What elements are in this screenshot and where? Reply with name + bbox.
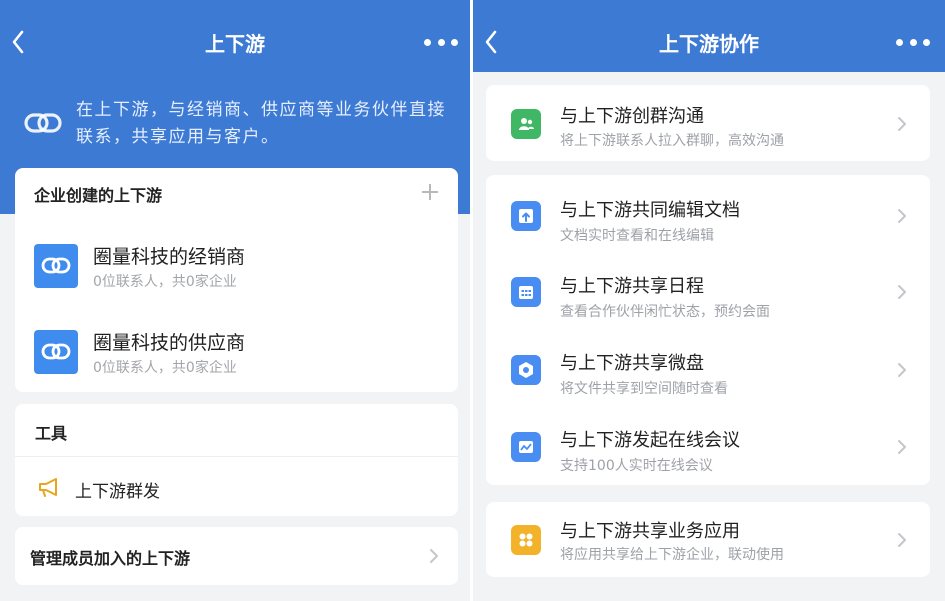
collaboration-screen: 上下游协作 与上下游创群沟通 将上下游联系人拉入群聊，高效沟通 与上下游共同编辑… — [473, 0, 945, 601]
feature-title: 与上下游共享业务应用 — [560, 521, 740, 542]
feature-title: 与上下游共同编辑文档 — [560, 200, 740, 221]
feature-subtitle: 查看合作伙伴闲忙状态，预约会面 — [560, 304, 770, 320]
broadcast-button[interactable]: 上下游群发 — [15, 466, 458, 510]
feature-subtitle: 将应用共享给上下游企业，联动使用 — [560, 547, 784, 563]
feature-title: 与上下游发起在线会议 — [560, 430, 740, 451]
back-arrow-icon[interactable] — [10, 28, 26, 56]
link-icon — [24, 113, 62, 133]
list-item-supplier[interactable]: 圈量科技的供应商 0位联系人，共0家企业 — [15, 326, 458, 396]
manage-label: 管理成员加入的上下游 — [30, 549, 191, 568]
chevron-right-icon — [898, 209, 906, 223]
intro-text: 在上下游，与经销商、供应商等业务伙伴直接联系，共享应用与客户。 — [76, 100, 446, 147]
feature-docs[interactable]: 与上下游共同编辑文档 文档实时查看和在线编辑 — [486, 181, 930, 251]
feature-card-collab: 与上下游共同编辑文档 文档实时查看和在线编辑 与上下游共享日程 查看合作伙伴闲忙… — [486, 175, 930, 485]
feature-subtitle: 将上下游联系人拉入群聊，高效沟通 — [560, 133, 784, 149]
manage-joined-row[interactable]: 管理成员加入的上下游 — [15, 527, 458, 585]
more-options-icon[interactable] — [896, 30, 930, 54]
feature-title: 与上下游共享日程 — [560, 276, 704, 297]
feature-subtitle: 将文件共享到空间随时查看 — [560, 381, 728, 397]
chevron-right-icon — [898, 117, 906, 131]
party-name: 圈量科技的经销商 — [93, 246, 246, 268]
tools-title: 工具 — [35, 424, 68, 443]
tools-card: 工具 上下游群发 — [15, 404, 458, 516]
back-arrow-icon[interactable] — [483, 28, 499, 56]
chevron-right-icon — [430, 549, 438, 563]
apps-icon — [511, 525, 541, 555]
add-icon[interactable] — [420, 182, 440, 202]
feature-subtitle: 文档实时查看和在线编辑 — [560, 228, 714, 244]
more-options-icon[interactable] — [424, 30, 458, 54]
upstream-downstream-screen: 上下游 在上下游，与经销商、供应商等业务伙伴直接联系，共享应用与客户。 企业创建… — [0, 0, 470, 601]
link-icon — [34, 244, 78, 288]
feature-subtitle: 支持100人实时在线会议 — [560, 458, 713, 474]
feature-card-apps: 与上下游共享业务应用 将应用共享给上下游企业，联动使用 — [486, 502, 930, 577]
nav-bar: 上下游协作 — [473, 0, 945, 72]
broadcast-label: 上下游群发 — [75, 482, 160, 502]
list-item-distributor[interactable]: 圈量科技的经销商 0位联系人，共0家企业 — [15, 240, 458, 310]
feature-group-chat[interactable]: 与上下游创群沟通 将上下游联系人拉入群聊，高效沟通 — [486, 89, 930, 159]
feature-card-group-chat: 与上下游创群沟通 将上下游联系人拉入群聊，高效沟通 — [486, 85, 930, 161]
chevron-right-icon — [898, 363, 906, 377]
group-chat-icon — [511, 109, 541, 139]
chevron-right-icon — [898, 440, 906, 454]
megaphone-icon — [39, 478, 57, 497]
link-icon — [34, 330, 78, 374]
cloud-drive-icon — [511, 355, 541, 385]
feature-apps[interactable]: 与上下游共享业务应用 将应用共享给上下游企业，联动使用 — [486, 504, 930, 574]
document-icon — [511, 201, 541, 231]
chevron-right-icon — [898, 285, 906, 299]
page-title: 上下游协作 — [659, 32, 759, 56]
feature-title: 与上下游共享微盘 — [560, 353, 704, 374]
divider — [15, 456, 458, 457]
feature-cloud-drive[interactable]: 与上下游共享微盘 将文件共享到空间随时查看 — [486, 336, 930, 406]
page-title: 上下游 — [205, 32, 265, 56]
calendar-icon — [511, 277, 541, 307]
feature-meeting[interactable]: 与上下游发起在线会议 支持100人实时在线会议 — [486, 413, 930, 483]
feature-title: 与上下游创群沟通 — [560, 106, 704, 127]
party-name: 圈量科技的供应商 — [93, 332, 246, 354]
section-header: 企业创建的上下游 — [34, 186, 163, 205]
meeting-icon — [511, 432, 541, 462]
enterprise-parties-card: 企业创建的上下游 圈量科技的经销商 0位联系人，共0家企业 圈量科技的供应商 0… — [15, 168, 458, 392]
party-subtitle: 0位联系人，共0家企业 — [93, 360, 237, 376]
feature-calendar[interactable]: 与上下游共享日程 查看合作伙伴闲忙状态，预约会面 — [486, 259, 930, 329]
nav-bar: 上下游 — [0, 0, 470, 72]
party-subtitle: 0位联系人，共0家企业 — [93, 274, 237, 290]
chevron-right-icon — [898, 533, 906, 547]
